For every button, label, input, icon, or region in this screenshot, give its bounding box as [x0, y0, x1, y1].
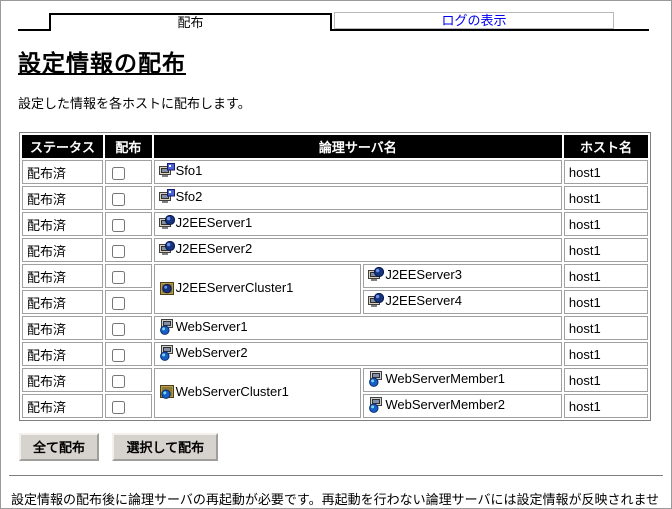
tab-bar: 配布 ログの表示 [1, 1, 671, 33]
status-cell: 配布済 [22, 160, 104, 184]
table-row: 配布済 J2EEServer1 host1 [22, 212, 648, 236]
table-row: 配布済 J2EEServerCluster1 J2EEServer3 host1 [22, 264, 648, 314]
status-cell: 配布済 [22, 186, 104, 210]
host-cell: host1 [563, 368, 648, 392]
status-cell: 配布済 [22, 212, 104, 236]
host-cell: host1 [563, 290, 648, 314]
server-name: WebServer1 [175, 319, 248, 334]
sfo-server-icon [159, 189, 175, 205]
distribute-checkbox[interactable] [112, 166, 126, 180]
distribute-checkbox[interactable] [112, 244, 126, 258]
tab-distribute[interactable]: 配布 [49, 13, 332, 31]
host-cell: host1 [563, 186, 648, 210]
distribute-checkbox[interactable] [112, 270, 126, 284]
web-server-icon [159, 318, 173, 335]
host-cell: host1 [563, 160, 648, 184]
page-title: 設定情報の配布 [18, 50, 186, 76]
tab-log-view[interactable]: ログの表示 [334, 12, 614, 29]
table-header-row: ステータス 配布 論理サーバ名 ホスト名 [22, 135, 648, 158]
table-row: 配布済 J2EEServer2 host1 [22, 238, 648, 262]
sfo-server-icon [159, 163, 175, 179]
tab-baseline-left [18, 29, 49, 31]
server-name: J2EEServer1 [175, 215, 253, 230]
web-server-icon [369, 370, 383, 387]
footer-note: 設定情報の配布後に論理サーバの再起動が必要です。再起動を行わない論理サーバには設… [11, 492, 660, 507]
server-name: J2EEServer3 [385, 267, 462, 282]
distribute-checkbox[interactable] [112, 348, 126, 362]
host-cell: host1 [563, 238, 648, 262]
col-header-logical-server: 論理サーバ名 [153, 135, 562, 158]
j2ee-server-icon [159, 241, 175, 257]
host-cell: host1 [563, 394, 648, 418]
distribution-table: ステータス 配布 論理サーバ名 ホスト名 配布済 Sfo1 host1 配布済 … [19, 132, 651, 421]
cluster-name: J2EEServerCluster1 [175, 280, 294, 295]
status-cell: 配布済 [22, 316, 104, 340]
host-cell: host1 [563, 264, 648, 288]
j2ee-server-icon [368, 293, 384, 309]
button-row: 全て配布 選択して配布 [19, 433, 671, 461]
status-cell: 配布済 [22, 394, 104, 418]
status-cell: 配布済 [22, 368, 104, 392]
distribute-all-button[interactable]: 全て配布 [19, 433, 100, 461]
j2ee-cluster-icon [159, 281, 174, 295]
server-name: WebServer2 [175, 345, 248, 360]
status-cell: 配布済 [22, 264, 104, 288]
table-row: 配布済 WebServerCluster1 WebServerMember1 h… [22, 368, 648, 418]
distribute-checkbox[interactable] [112, 322, 126, 336]
host-cell: host1 [563, 342, 648, 366]
cluster-cell: WebServerCluster1 [153, 368, 362, 418]
server-name: WebServerMember1 [385, 371, 506, 386]
j2ee-server-icon [159, 215, 175, 231]
cluster-cell: J2EEServerCluster1 [153, 264, 362, 314]
server-name: Sfo1 [175, 163, 203, 178]
table-row: 配布済 Sfo2 host1 [22, 186, 648, 210]
web-server-icon [369, 396, 383, 413]
page-description: 設定した情報を各ホストに配布します。 [18, 96, 251, 111]
col-header-host: ホスト名 [563, 135, 648, 158]
table-row: 配布済 WebServer1 host1 [22, 316, 648, 340]
status-cell: 配布済 [22, 290, 104, 314]
tab-baseline-right [332, 29, 649, 31]
table-row: 配布済 Sfo1 host1 [22, 160, 648, 184]
host-cell: host1 [563, 212, 648, 236]
server-name: Sfo2 [175, 189, 203, 204]
page: 配布 ログの表示 設定情報の配布 設定した情報を各ホストに配布します。 ステータ… [0, 0, 672, 509]
col-header-distribute: 配布 [105, 135, 152, 158]
col-header-status: ステータス [22, 135, 104, 158]
host-cell: host1 [563, 316, 648, 340]
web-server-icon [159, 344, 173, 361]
distribute-checkbox[interactable] [112, 374, 126, 388]
distribute-checkbox[interactable] [112, 400, 126, 414]
footer-divider [9, 475, 663, 477]
j2ee-server-icon [368, 267, 384, 283]
status-cell: 配布済 [22, 238, 104, 262]
status-cell: 配布済 [22, 342, 104, 366]
table-row: 配布済 WebServer2 host1 [22, 342, 648, 366]
distribute-checkbox[interactable] [112, 218, 126, 232]
server-name: WebServerMember2 [385, 397, 506, 412]
server-name: J2EEServer2 [175, 241, 253, 256]
cluster-name: WebServerCluster1 [175, 384, 289, 399]
web-cluster-icon [159, 384, 174, 399]
server-name: J2EEServer4 [385, 293, 462, 308]
distribute-selected-button[interactable]: 選択して配布 [112, 433, 219, 461]
distribute-checkbox[interactable] [112, 192, 126, 206]
distribute-checkbox[interactable] [112, 296, 126, 310]
